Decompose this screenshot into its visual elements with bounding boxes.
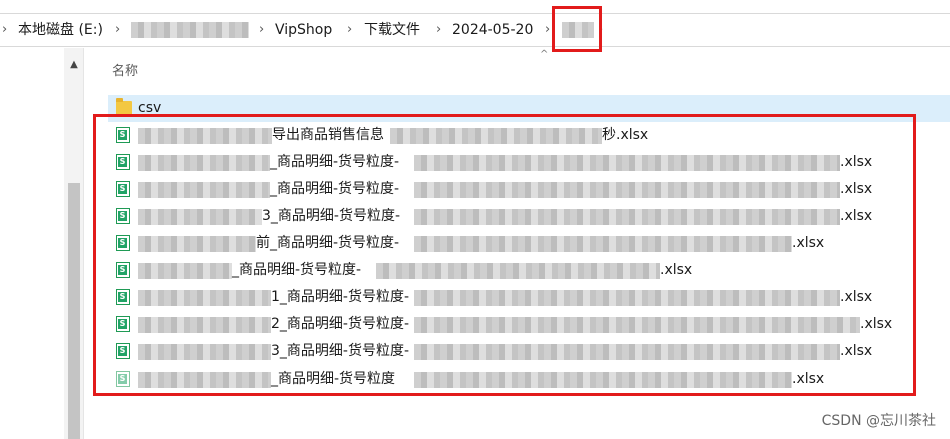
address-bar[interactable]: › 本地磁盘 (E:) › › VipShop › 下载文件 › 2024-05… [0,13,950,47]
navigation-pane[interactable] [0,48,64,439]
scroll-up-arrow-icon[interactable]: ▲ [64,56,84,74]
nav-scrollbar-thumb[interactable] [68,183,80,439]
breadcrumb-item-date[interactable]: 2024-05-20 [452,14,533,46]
breadcrumb-separator-icon[interactable]: › [115,14,120,46]
breadcrumb-separator-icon[interactable]: › [545,14,550,46]
breadcrumb-separator-icon[interactable]: › [259,14,264,46]
breadcrumb-item-vipshop[interactable]: VipShop [275,14,332,46]
breadcrumb-separator-icon[interactable]: › [347,14,352,46]
breadcrumb-drive[interactable]: 本地磁盘 (E:) [18,14,103,46]
breadcrumb-item-downloads[interactable]: 下载文件 [364,14,420,46]
chevron-right-icon[interactable]: › [2,14,7,46]
column-header-name[interactable]: 名称 [112,60,138,79]
highlight-box-file-list [93,114,916,396]
folder-icon [116,98,132,115]
highlight-box-current-folder [552,6,602,52]
watermark: CSDN @忘川茶社 [821,413,936,429]
breadcrumb-separator-icon[interactable]: › [436,14,441,46]
breadcrumb-redacted[interactable] [131,22,249,38]
sort-ascending-icon: ^ [540,49,549,60]
